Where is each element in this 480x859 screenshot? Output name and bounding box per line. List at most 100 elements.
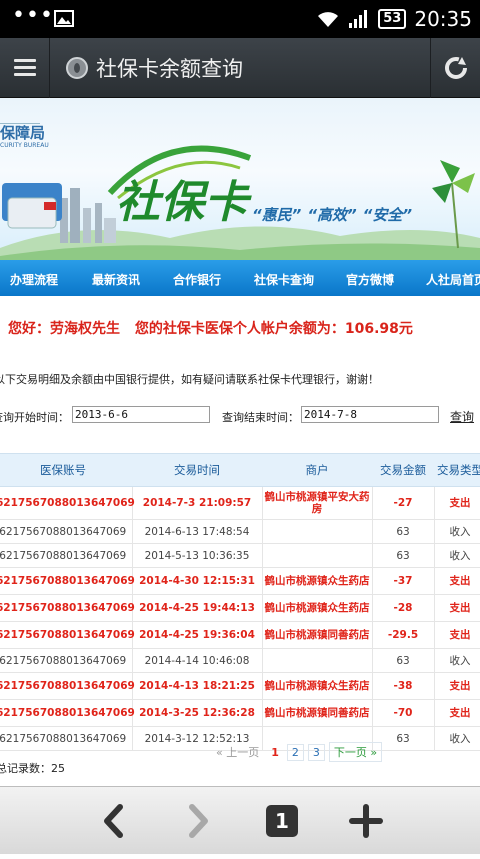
type-cell: 支出 (434, 621, 480, 649)
table-row: 6217567088013647069 2014-4-25 19:44:13 鹤山市… (0, 594, 480, 622)
merchant-cell: 鹤山市桃源镇众生药店 (262, 567, 373, 595)
account-cell: 6217567088013647069 (0, 567, 135, 595)
slogan: “惠民” “高效” “安全” (252, 204, 412, 225)
browser-toolbar: 社保卡余额查询 (0, 38, 480, 98)
status-bar: ••• 53 20:35 (0, 0, 480, 38)
account-cell: 6217567088013647069 (0, 699, 135, 727)
table-row: 6217567088013647069 2014-3-25 12:36:28 鹤山市… (0, 699, 480, 727)
new-tab-button[interactable] (336, 787, 396, 855)
column-header: 交易类型 (434, 453, 480, 487)
end-date-label: 查询结束时间： (222, 411, 299, 424)
logo-text: 社保卡 (116, 177, 248, 228)
account-cell: 6217567088013647069 (0, 519, 133, 544)
nav-item-process[interactable]: 办理流程 (10, 271, 58, 288)
bureau-name-en: CURITY BUREAU (0, 142, 49, 149)
address-field[interactable]: 社保卡余额查询 (66, 38, 243, 98)
hamburger-menu-icon[interactable] (0, 38, 50, 98)
slogan-item: “惠民” (252, 206, 302, 224)
query-button[interactable]: 查询 (450, 408, 474, 425)
type-cell: 收入 (434, 648, 480, 673)
type-cell: 支出 (434, 672, 480, 700)
account-cell: 6217567088013647069 (0, 726, 133, 751)
account-cell: 6217567088013647069 (0, 648, 133, 673)
table-row: 6217567088013647069 2014-4-25 19:36:04 鹤山市… (0, 621, 480, 649)
account-cell: 6217567088013647069 (0, 594, 135, 622)
table-row: 6217567088013647069 2014-4-14 10:46:08 63 收… (0, 648, 480, 673)
merchant-cell (262, 543, 373, 568)
time-cell: 2014-4-25 19:44:13 (132, 594, 263, 622)
column-header: 交易时间 (132, 453, 262, 487)
start-date-input[interactable] (72, 406, 210, 423)
type-cell: 支出 (434, 699, 480, 727)
clock: 20:35 (414, 7, 472, 31)
greeting-hello: 您好：劳海权先生 (8, 321, 120, 337)
type-cell: 支出 (434, 594, 480, 622)
bank-notice: 以下交易明细及余额由中国银行提供，如有疑问请联系社保卡代理银行，谢谢！ (0, 373, 379, 386)
merchant-cell: 鹤山市桃源镇同善药店 (262, 699, 373, 727)
merchant-cell: 鹤山市桃源镇众生药店 (262, 594, 373, 622)
nav-item-bureau-home[interactable]: 人社局首页 (426, 271, 480, 288)
table-header-row: 医保账号 交易时间 商户 交易金额 交易类型 (0, 453, 480, 487)
type-cell: 收入 (434, 726, 480, 751)
nav-item-news[interactable]: 最新资讯 (92, 271, 140, 288)
table-body: 6217567088013647069 2014-7-3 21:09:57 鹤山市桃… (0, 486, 480, 751)
account-cell: 6217567088013647069 (0, 621, 135, 649)
time-cell: 2014-3-25 12:36:28 (132, 699, 263, 727)
time-cell: 2014-4-30 12:15:31 (132, 567, 263, 595)
time-cell: 2014-4-14 10:46:08 (132, 648, 263, 673)
page-link[interactable]: 2 (286, 743, 304, 761)
back-button[interactable] (84, 787, 144, 855)
time-cell: 2014-4-25 19:36:04 (132, 621, 263, 649)
tab-count-badge: 1 (266, 805, 298, 837)
table-row: 6217567088013647069 2014-4-13 18:21:25 鹤山市… (0, 672, 480, 700)
forward-arrow-icon (189, 804, 208, 838)
start-date-label: 查询开始时间： (0, 411, 69, 424)
forward-button[interactable] (168, 787, 228, 855)
nav-item-banks[interactable]: 合作银行 (173, 271, 221, 288)
merchant-cell (262, 519, 373, 544)
merchant-cell (262, 648, 373, 673)
tabs-button[interactable]: 1 (252, 787, 312, 855)
amount-cell: 63 (372, 519, 435, 544)
refresh-icon (445, 57, 467, 79)
amount-cell: 63 (372, 543, 435, 568)
type-cell: 支出 (434, 567, 480, 595)
back-arrow-icon (104, 804, 123, 838)
slogan-item: “安全” (362, 206, 412, 224)
signal-icon (349, 10, 368, 28)
transaction-table: 医保账号 交易时间 商户 交易金额 交易类型 62175670880136470… (0, 453, 480, 751)
pagination: « 上一页 1 2 3 下一页 » (212, 742, 383, 762)
battery-indicator: 53 (378, 9, 407, 29)
amount-cell: -38 (372, 672, 435, 700)
page-title: 社保卡余额查询 (96, 57, 243, 81)
amount-cell: 63 (372, 648, 435, 673)
nav-item-weibo[interactable]: 官方微博 (346, 271, 394, 288)
column-header: 医保账号 (0, 453, 132, 487)
page-link-current[interactable]: 1 (267, 745, 283, 760)
account-cell: 6217567088013647069 (0, 672, 135, 700)
total-records: 总记录数：25 (0, 762, 65, 775)
table-row: 6217567088013647069 2014-5-13 10:36:35 63 收… (0, 543, 480, 568)
amount-cell: -29.5 (372, 621, 435, 649)
prev-page-link[interactable]: « 上一页 (212, 743, 263, 761)
banner: 保障局 CURITY BUREAU 社保卡 “惠民” “高效” “安全” (0, 98, 480, 260)
end-date-input[interactable] (301, 406, 439, 423)
merchant-cell: 鹤山市桃源镇众生药店 (262, 672, 373, 700)
tab-count: 1 (275, 809, 289, 833)
nav-item-card-query[interactable]: 社保卡查询 (254, 271, 314, 288)
globe-icon (66, 57, 88, 79)
amount-cell: -70 (372, 699, 435, 727)
account-cell: 6217567088013647069 (0, 486, 135, 520)
balance-text: 您的社保卡医保个人帐户余额为：106.98元 (134, 321, 413, 337)
page-link[interactable]: 3 (307, 743, 325, 761)
type-cell: 收入 (434, 519, 480, 544)
table-row: 6217567088013647069 2014-6-13 17:48:54 63 收… (0, 519, 480, 544)
amount-cell: -28 (372, 594, 435, 622)
time-cell: 2014-7-3 21:09:57 (132, 486, 263, 520)
balance-greeting: 您好：劳海权先生 您的社保卡医保个人帐户余额为：106.98元 (8, 318, 413, 338)
account-cell: 6217567088013647069 (0, 543, 133, 568)
next-page-link[interactable]: 下一页 » (328, 742, 383, 762)
refresh-button[interactable] (430, 38, 480, 98)
image-icon (54, 10, 74, 27)
time-cell: 2014-4-13 18:21:25 (132, 672, 263, 700)
